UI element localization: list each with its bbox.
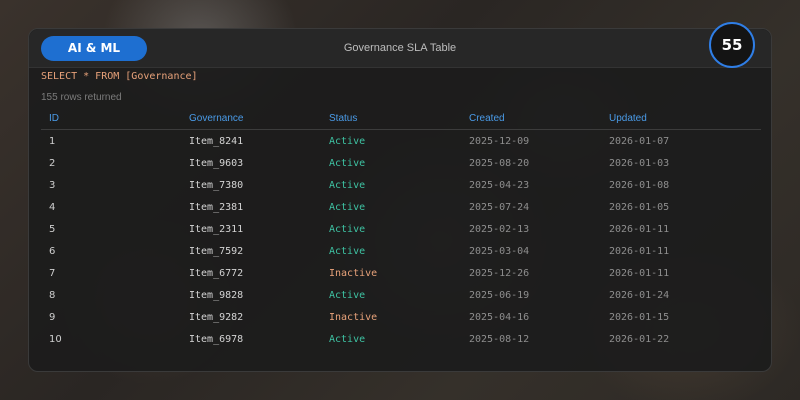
row-id-cell: 6 <box>49 245 56 257</box>
row-updated-cell: 2026-01-24 <box>609 289 670 301</box>
row-status-cell: Active <box>329 201 366 213</box>
row-governance-cell: Item_6772 <box>189 267 244 279</box>
table-row[interactable]: 7 Item_6772 Inactive 2025-12-26 2026-01-11 <box>41 262 761 284</box>
row-governance-cell: Item_2311 <box>189 223 244 235</box>
row-created-cell: 2025-08-20 <box>469 157 530 169</box>
table-header-row: ID Governance Status Created Updated <box>41 108 761 130</box>
row-updated-cell: 2026-01-11 <box>609 223 670 235</box>
row-status-cell: Active <box>329 179 366 191</box>
column-header-created[interactable]: Created <box>461 108 601 130</box>
row-updated-cell: 2026-01-22 <box>609 333 670 345</box>
row-created-cell: 2025-03-04 <box>469 245 530 257</box>
row-governance-cell: Item_6978 <box>189 333 244 345</box>
row-governance-cell: Item_9603 <box>189 157 244 169</box>
row-status-cell: Active <box>329 223 366 235</box>
row-governance-cell: Item_9828 <box>189 289 244 301</box>
row-updated-cell: 2026-01-11 <box>609 245 670 257</box>
table-row[interactable]: 1 Item_8241 Active 2025-12-09 2026-01-07 <box>41 130 761 153</box>
row-id-cell: 2 <box>49 157 56 169</box>
row-id-cell: 4 <box>49 201 56 213</box>
score-badge: 55 <box>709 22 755 68</box>
row-updated-cell: 2026-01-03 <box>609 157 670 169</box>
row-id-cell: 10 <box>49 333 62 345</box>
row-governance-cell: Item_7592 <box>189 245 244 257</box>
row-updated-cell: 2026-01-15 <box>609 311 670 323</box>
row-created-cell: 2025-07-24 <box>469 201 530 213</box>
row-id-cell: 1 <box>49 135 56 147</box>
row-status-cell: Active <box>329 289 366 301</box>
row-updated-cell: 2026-01-05 <box>609 201 670 213</box>
table-row[interactable]: 4 Item_2381 Active 2025-07-24 2026-01-05 <box>41 196 761 218</box>
column-header-governance[interactable]: Governance <box>181 108 321 130</box>
row-created-cell: 2025-02-13 <box>469 223 530 235</box>
row-status-cell: Active <box>329 135 366 147</box>
row-id-cell: 7 <box>49 267 56 279</box>
table-row[interactable]: 9 Item_9282 Inactive 2025-04-16 2026-01-15 <box>41 306 761 328</box>
row-id-cell: 9 <box>49 311 56 323</box>
row-governance-cell: Item_2381 <box>189 201 244 213</box>
query-results-panel: Governance SLA Table AI & ML 55 SELECT *… <box>28 22 772 372</box>
table-row[interactable]: 3 Item_7380 Active 2025-04-23 2026-01-08 <box>41 174 761 196</box>
table-row[interactable]: 10 Item_6978 Active 2025-08-12 2026-01-22 <box>41 328 761 350</box>
row-governance-cell: Item_9282 <box>189 311 244 323</box>
sql-query-text: SELECT * FROM [Governance] <box>41 71 198 82</box>
row-id-cell: 5 <box>49 223 56 235</box>
column-header-status[interactable]: Status <box>321 108 461 130</box>
row-created-cell: 2025-04-16 <box>469 311 530 323</box>
table-row[interactable]: 5 Item_2311 Active 2025-02-13 2026-01-11 <box>41 218 761 240</box>
column-header-id[interactable]: ID <box>41 108 181 130</box>
row-updated-cell: 2026-01-11 <box>609 267 670 279</box>
row-status-cell: Active <box>329 157 366 169</box>
row-created-cell: 2025-08-12 <box>469 333 530 345</box>
category-button[interactable]: AI & ML <box>41 36 147 61</box>
row-id-cell: 8 <box>49 289 56 301</box>
row-created-cell: 2025-06-19 <box>469 289 530 301</box>
table-row[interactable]: 2 Item_9603 Active 2025-08-20 2026-01-03 <box>41 152 761 174</box>
row-governance-cell: Item_7380 <box>189 179 244 191</box>
row-created-cell: 2025-12-09 <box>469 135 530 147</box>
row-updated-cell: 2026-01-08 <box>609 179 670 191</box>
panel-header: Governance SLA Table AI & ML 55 <box>29 22 771 68</box>
row-count-text: 155 rows returned <box>41 92 122 103</box>
table-row[interactable]: 8 Item_9828 Active 2025-06-19 2026-01-24 <box>41 284 761 306</box>
table-body: 1 Item_8241 Active 2025-12-09 2026-01-07 2 Ite… <box>41 130 761 351</box>
row-created-cell: 2025-04-23 <box>469 179 530 191</box>
row-status-cell: Active <box>329 333 366 345</box>
row-status-cell: Inactive <box>329 311 378 323</box>
row-status-cell: Active <box>329 245 366 257</box>
table-row[interactable]: 6 Item_7592 Active 2025-03-04 2026-01-11 <box>41 240 761 262</box>
row-created-cell: 2025-12-26 <box>469 267 530 279</box>
column-header-updated[interactable]: Updated <box>601 108 761 130</box>
row-updated-cell: 2026-01-07 <box>609 135 670 147</box>
row-status-cell: Inactive <box>329 267 378 279</box>
row-id-cell: 3 <box>49 179 56 191</box>
row-governance-cell: Item_8241 <box>189 135 244 147</box>
results-table: ID Governance Status Created Updated 1 It… <box>41 108 761 350</box>
